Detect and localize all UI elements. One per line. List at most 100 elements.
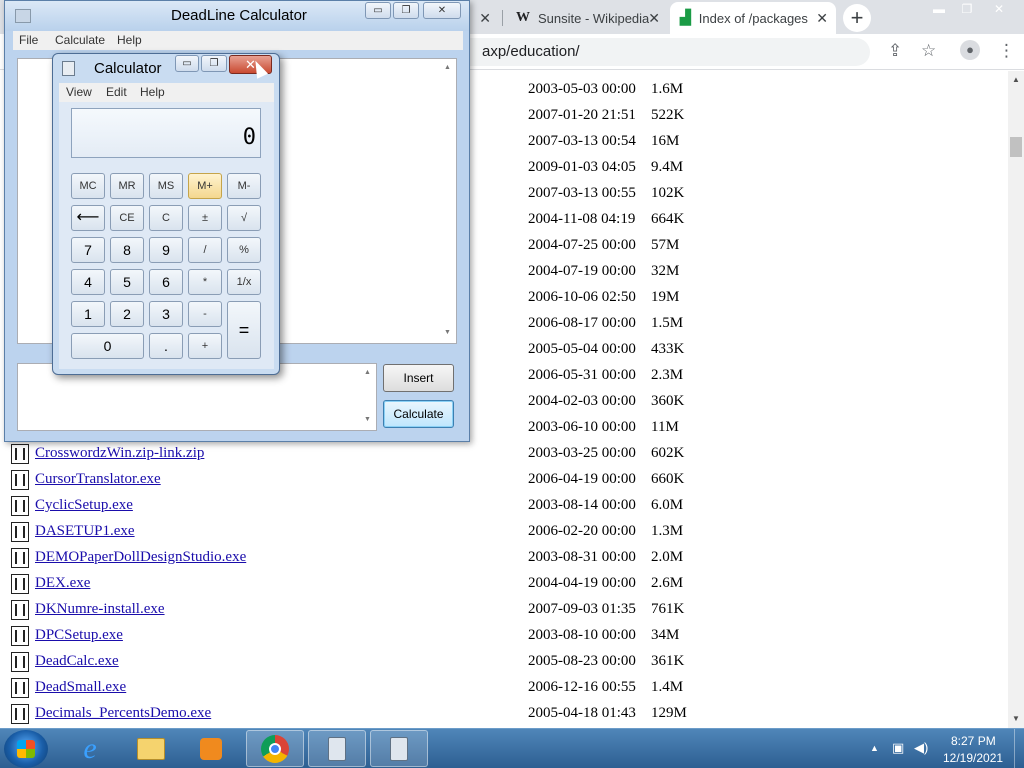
add-button[interactable]: + <box>188 333 222 359</box>
menu-help[interactable]: Help <box>117 33 142 47</box>
backspace-button[interactable]: ⟵ <box>71 205 105 231</box>
digit-2-button[interactable]: 2 <box>110 301 144 327</box>
deadline-titlebar[interactable]: DeadLine Calculator ▭ ❐ ✕ <box>5 1 469 31</box>
tab-index-of-packages[interactable]: ▟ Index of /packages ✕ <box>670 2 836 34</box>
multiply-button[interactable]: * <box>188 269 222 295</box>
scroll-down-icon[interactable]: ▼ <box>364 416 371 423</box>
digit-4-button[interactable]: 4 <box>71 269 105 295</box>
file-size: 433K <box>651 341 685 357</box>
clock-date[interactable]: 12/19/2021 <box>943 751 1003 765</box>
file-size: 19M <box>651 289 680 305</box>
scroll-up-icon[interactable]: ▲ <box>444 64 451 71</box>
file-link[interactable]: DeadCalc.exe <box>35 653 119 670</box>
digit-9-button[interactable]: 9 <box>149 237 183 263</box>
memory-clear-button[interactable]: MC <box>71 173 105 199</box>
file-link[interactable]: DeadSmall.exe <box>35 679 126 696</box>
calculator-app-icon <box>62 61 75 76</box>
maximize-icon[interactable]: ❐ <box>201 55 227 72</box>
file-size: 361K <box>651 653 685 669</box>
square-root-button[interactable]: √ <box>227 205 261 231</box>
file-link[interactable]: DEX.exe <box>35 575 90 592</box>
page-scrollbar[interactable]: ▲ ▼ <box>1008 71 1024 728</box>
file-link[interactable]: DASETUP1.exe <box>35 523 135 540</box>
scroll-down-icon[interactable]: ▼ <box>1012 714 1020 723</box>
menu-calculate[interactable]: Calculate <box>55 33 105 47</box>
tab-sunsite-wikipedia[interactable]: W Sunsite - Wikipedia ✕ <box>506 2 668 34</box>
clear-button[interactable]: C <box>149 205 183 231</box>
maximize-icon[interactable]: ❐ <box>393 2 419 19</box>
file-date: 2007-03-13 00:54 <box>528 133 636 149</box>
digit-6-button[interactable]: 6 <box>149 269 183 295</box>
subtract-button[interactable]: - <box>188 301 222 327</box>
menu-kebab-icon[interactable]: ⋮ <box>998 41 1015 61</box>
share-icon[interactable]: ⇪ <box>888 41 902 61</box>
input-scrollbar[interactable]: ▲ ▼ <box>359 364 376 430</box>
minimize-icon[interactable]: ▭ <box>365 2 391 19</box>
clock-time[interactable]: 8:27 PM <box>951 734 996 748</box>
digit-1-button[interactable]: 1 <box>71 301 105 327</box>
taskbar-deadline-calculator[interactable] <box>308 730 366 767</box>
menu-view[interactable]: View <box>66 85 92 99</box>
file-link[interactable]: DPCSetup.exe <box>35 627 123 644</box>
reciprocal-button[interactable]: 1/x <box>227 269 261 295</box>
maximize-icon[interactable]: ❐ <box>952 0 982 20</box>
scroll-thumb[interactable] <box>1010 137 1022 157</box>
calculator-titlebar[interactable]: Calculator ▭ ❐ ✕ <box>53 54 279 82</box>
minimize-icon[interactable]: ▭ <box>175 55 199 72</box>
taskbar-internet-explorer[interactable]: e <box>61 730 119 767</box>
digit-0-button[interactable]: 0 <box>71 333 144 359</box>
file-link[interactable]: DEMOPaperDollDesignStudio.exe <box>35 549 246 566</box>
list-item: CrosswordzWin.zip-link.zip 2003-03-25 00:… <box>0 441 1000 467</box>
menu-file[interactable]: File <box>19 33 38 47</box>
file-link[interactable]: CursorTranslator.exe <box>35 471 161 488</box>
close-tab-icon[interactable]: ✕ <box>648 10 660 27</box>
bookmark-star-icon[interactable]: ☆ <box>921 41 936 61</box>
profile-avatar-icon[interactable]: ● <box>960 40 980 60</box>
file-date: 2004-11-08 04:19 <box>528 211 636 227</box>
percent-button[interactable]: % <box>227 237 261 263</box>
show-hidden-icons-icon[interactable]: ▲ <box>870 743 879 753</box>
decimal-point-button[interactable]: . <box>149 333 183 359</box>
taskbar-file-explorer[interactable] <box>122 730 180 767</box>
equals-button[interactable]: = <box>227 301 261 359</box>
memory-recall-button[interactable]: MR <box>110 173 144 199</box>
digit-5-button[interactable]: 5 <box>110 269 144 295</box>
digit-7-button[interactable]: 7 <box>71 237 105 263</box>
taskbar-media-player[interactable] <box>182 730 240 767</box>
scroll-up-icon[interactable]: ▲ <box>1012 75 1020 84</box>
network-icon[interactable]: ▣ <box>892 740 904 756</box>
file-date: 2003-06-10 00:00 <box>528 419 636 435</box>
file-link[interactable]: CrosswordzWin.zip-link.zip <box>35 445 204 462</box>
insert-button[interactable]: Insert <box>383 364 454 392</box>
calculate-button[interactable]: Calculate <box>383 400 454 428</box>
close-window-icon[interactable]: ✕ <box>984 0 1014 20</box>
close-icon[interactable]: ✕ <box>423 2 461 19</box>
taskbar-chrome[interactable] <box>246 730 304 767</box>
output-scrollbar[interactable]: ▲ ▼ <box>439 59 456 343</box>
minimize-icon[interactable]: ▬ <box>924 0 954 20</box>
memory-store-button[interactable]: MS <box>149 173 183 199</box>
scroll-down-icon[interactable]: ▼ <box>444 329 451 336</box>
digit-3-button[interactable]: 3 <box>149 301 183 327</box>
volume-icon[interactable]: ◀) <box>914 740 928 756</box>
clear-entry-button[interactable]: CE <box>110 205 144 231</box>
menu-help[interactable]: Help <box>140 85 165 99</box>
scroll-up-icon[interactable]: ▲ <box>364 369 371 376</box>
start-button[interactable] <box>4 730 48 768</box>
close-tab-icon[interactable]: ✕ <box>816 10 828 27</box>
memory-subtract-button[interactable]: M- <box>227 173 261 199</box>
taskbar-calculator[interactable] <box>370 730 428 767</box>
new-tab-button[interactable]: + <box>843 4 871 32</box>
close-tab-icon[interactable]: ✕ <box>479 10 491 27</box>
file-date: 2006-10-06 02:50 <box>528 289 636 305</box>
menu-edit[interactable]: Edit <box>106 85 127 99</box>
address-text[interactable]: axp/education/ <box>482 43 580 60</box>
show-desktop-button[interactable] <box>1014 729 1024 768</box>
divide-button[interactable]: / <box>188 237 222 263</box>
file-link[interactable]: Decimals_PercentsDemo.exe <box>35 705 211 722</box>
digit-8-button[interactable]: 8 <box>110 237 144 263</box>
memory-add-button[interactable]: M+ <box>188 173 222 199</box>
file-link[interactable]: CyclicSetup.exe <box>35 497 133 514</box>
file-link[interactable]: DKNumre-install.exe <box>35 601 165 618</box>
plus-minus-button[interactable]: ± <box>188 205 222 231</box>
